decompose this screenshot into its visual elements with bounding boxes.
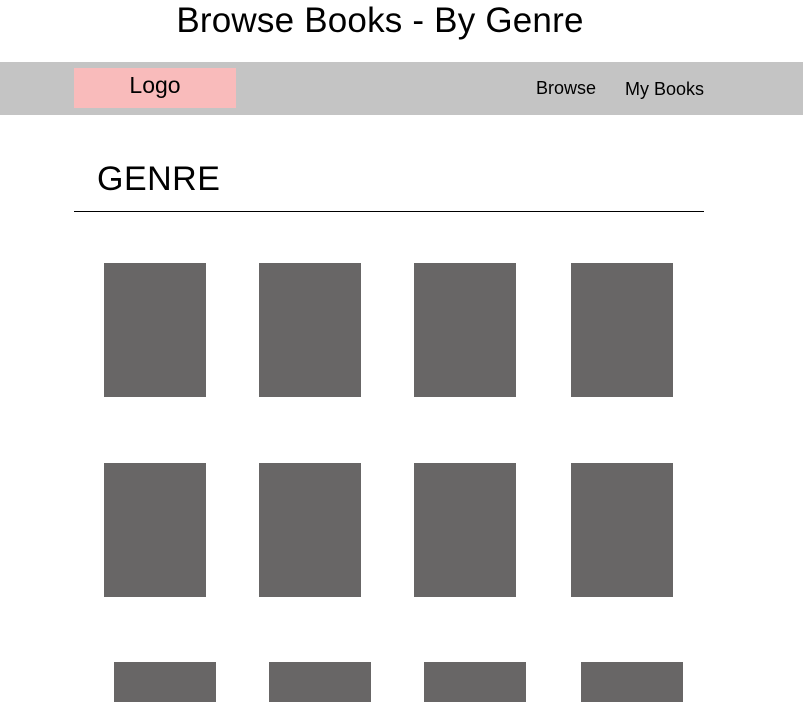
book-cover[interactable]	[581, 662, 683, 702]
book-cover[interactable]	[414, 463, 516, 597]
book-cover[interactable]	[104, 263, 206, 397]
book-cover[interactable]	[571, 463, 673, 597]
genre-divider	[74, 211, 704, 212]
book-cover[interactable]	[104, 463, 206, 597]
genre-heading: GENRE	[97, 160, 221, 198]
logo[interactable]: Logo	[74, 68, 236, 108]
nav-link-browse[interactable]: Browse	[536, 77, 596, 99]
page-title: Browse Books - By Genre	[176, 1, 584, 40]
book-cover[interactable]	[259, 263, 361, 397]
nav-link-my-books[interactable]: My Books	[625, 78, 704, 100]
book-cover[interactable]	[259, 463, 361, 597]
book-cover[interactable]	[269, 662, 371, 702]
book-cover[interactable]	[424, 662, 526, 702]
book-cover[interactable]	[414, 263, 516, 397]
top-navbar: Logo Browse My Books	[0, 62, 803, 115]
book-cover[interactable]	[571, 263, 673, 397]
book-cover[interactable]	[114, 662, 216, 702]
